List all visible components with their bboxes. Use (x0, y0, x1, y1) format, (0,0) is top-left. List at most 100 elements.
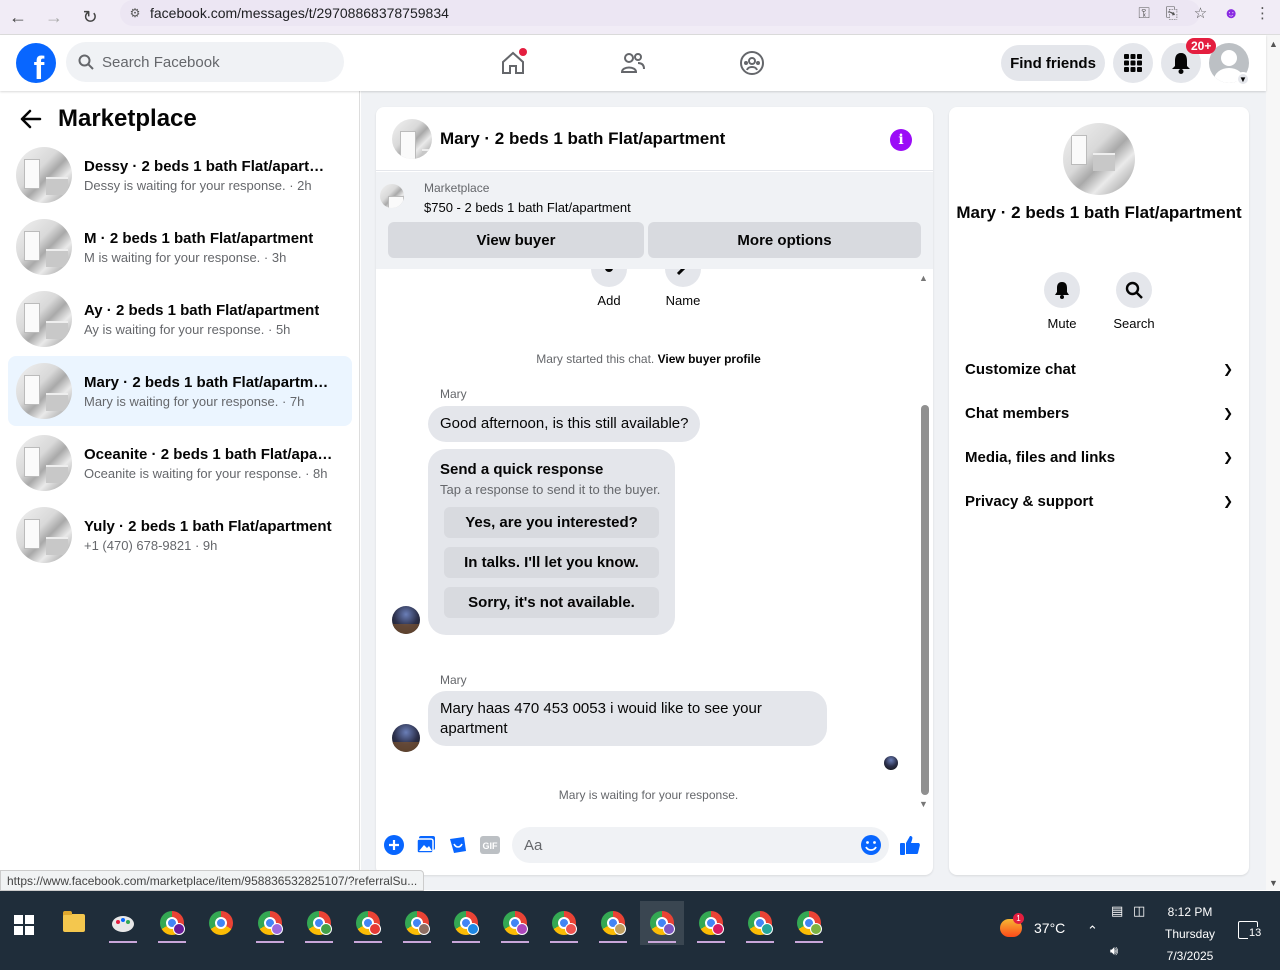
weather-icon: 1 (1000, 913, 1024, 937)
quick-response-option[interactable]: In talks. I'll let you know. (444, 547, 659, 578)
chrome-profile-icon[interactable] (297, 901, 341, 945)
volume-icon[interactable]: 🔊︎ (1110, 943, 1118, 959)
search-label: Search (1113, 316, 1155, 331)
gif-icon[interactable]: GIF (478, 833, 502, 857)
chrome-profile-icon[interactable] (738, 901, 782, 945)
tray-device-icon[interactable]: ▤ (1111, 903, 1123, 919)
install-icon[interactable]: ⎘ (1166, 5, 1178, 22)
chat-info-panel: Mary · 2 beds 1 bath Flat/apartment Mute… (949, 107, 1249, 875)
scrollbar-thumb[interactable] (921, 405, 929, 795)
chevron-up-icon[interactable]: ⌃ (1087, 923, 1098, 939)
scroll-up-arrow-icon[interactable]: ▲ (1269, 39, 1278, 49)
customize-chat-section[interactable]: Customize chat ❯ (965, 347, 1233, 391)
facebook-logo[interactable]: f (16, 43, 56, 83)
message-input[interactable]: Aa (512, 827, 889, 863)
plus-circle-icon[interactable] (382, 833, 406, 857)
media-files-links-section[interactable]: Media, files and links ❯ (965, 435, 1233, 479)
mute-action[interactable]: Mute (1032, 272, 1092, 331)
view-buyer-button[interactable]: View buyer (388, 222, 644, 258)
sticker-icon[interactable] (446, 833, 470, 857)
chrome-profile-icon[interactable] (248, 901, 292, 945)
info-icon[interactable]: i (890, 129, 912, 151)
search-in-chat-action[interactable]: Search (1104, 272, 1164, 331)
friends-icon[interactable] (618, 48, 648, 78)
url-text[interactable]: facebook.com/messages/t/2970886837875983… (150, 5, 449, 21)
back-arrow-icon[interactable] (20, 109, 42, 129)
forward-arrow-icon[interactable]: → (36, 0, 72, 35)
home-icon[interactable] (498, 48, 528, 78)
weather-widget[interactable]: 1 37°C (1000, 913, 1065, 937)
star-icon[interactable]: ☆ (1194, 4, 1207, 22)
chrome-profile-icon[interactable] (346, 901, 390, 945)
weather-badge: 1 (1013, 913, 1024, 924)
file-explorer-icon[interactable] (52, 901, 96, 945)
quick-response-title: Send a quick response (440, 461, 604, 478)
groups-icon[interactable] (737, 48, 767, 78)
sender-avatar[interactable] (392, 724, 420, 752)
emoji-icon[interactable] (859, 833, 883, 857)
chrome-profile-icon[interactable] (493, 901, 537, 945)
system-clock[interactable]: 8:12 PM Thursday 7/3/2025 (1160, 901, 1220, 967)
chrome-profile-icon[interactable] (444, 901, 488, 945)
chat-info-thumbnail[interactable] (1063, 123, 1135, 195)
chat-scrollbar[interactable]: ▲ ▼ (917, 269, 933, 809)
chrome-icon[interactable] (199, 901, 243, 945)
paint-app-icon[interactable] (101, 901, 145, 945)
more-options-button[interactable]: More options (648, 222, 921, 258)
action-center-count: 13 (1248, 927, 1263, 939)
quick-response-option[interactable]: Sorry, it's not available. (444, 587, 659, 618)
thumbs-up-icon[interactable] (898, 833, 922, 857)
conversation-title: Dessy · 2 beds 1 bath Flat/apartment (84, 157, 334, 175)
message-bubble[interactable]: Mary haas 470 453 0053 i wouid like to s… (428, 691, 827, 746)
privacy-support-section[interactable]: Privacy & support ❯ (965, 479, 1233, 523)
chat-members-section[interactable]: Chat members ❯ (965, 391, 1233, 435)
listing-price-title[interactable]: $750 - 2 beds 1 bath Flat/apartment (424, 200, 631, 215)
facebook-header: f Search Facebook Find friends (0, 35, 1266, 91)
menu-dots-icon[interactable]: ⋮ (1255, 4, 1270, 22)
sender-avatar[interactable] (392, 606, 420, 634)
search-icon (1116, 272, 1152, 308)
chrome-profile-icon[interactable] (150, 901, 194, 945)
site-info-icon[interactable]: ⚙ (120, 6, 150, 20)
chat-listing-thumbnail[interactable] (392, 118, 432, 159)
scroll-down-arrow-icon[interactable]: ▼ (919, 799, 928, 809)
key-icon[interactable]: ⚿ (1138, 5, 1149, 22)
conversation-item[interactable]: Ay · 2 beds 1 bath Flat/apartment Ay is w… (8, 284, 352, 354)
conversation-item[interactable]: M · 2 beds 1 bath Flat/apartment M is wai… (8, 212, 352, 282)
chevron-down-icon[interactable]: ▼ (1236, 72, 1250, 86)
photo-icon[interactable] (414, 833, 438, 857)
chrome-profile-icon[interactable] (395, 901, 439, 945)
address-bar[interactable]: ⚙ facebook.com/messages/t/29708868378759… (120, 0, 1200, 26)
section-label: Media, files and links (965, 448, 1116, 466)
search-facebook-field[interactable]: Search Facebook (66, 42, 344, 82)
chrome-profile-icon[interactable] (542, 901, 586, 945)
find-friends-button[interactable]: Find friends (1001, 45, 1105, 81)
scroll-up-arrow-icon[interactable]: ▲ (919, 273, 928, 283)
conversation-title: M · 2 beds 1 bath Flat/apartment (84, 229, 314, 247)
chrome-profile-icon[interactable] (689, 901, 733, 945)
page-scrollbar[interactable]: ▲ ▼ (1266, 35, 1280, 890)
chat-title[interactable]: Mary · 2 beds 1 bath Flat/apartment (440, 129, 725, 149)
quick-response-option[interactable]: Yes, are you interested? (444, 507, 659, 538)
profile-icon[interactable]: ☻ (1223, 5, 1239, 22)
scroll-down-arrow-icon[interactable]: ▼ (1269, 878, 1278, 888)
view-buyer-profile-link[interactable]: View buyer profile (658, 352, 761, 366)
network-icon[interactable]: ◫ (1133, 903, 1145, 919)
chrome-profile-icon[interactable] (787, 901, 831, 945)
reload-icon[interactable]: ↻ (72, 0, 108, 35)
seen-indicator-avatar (884, 756, 898, 770)
conversation-item[interactable]: Oceanite · 2 beds 1 bath Flat/apart... Oc… (8, 428, 352, 498)
conversation-item[interactable]: Dessy · 2 beds 1 bath Flat/apartment Dess… (8, 140, 352, 210)
windows-start-icon[interactable] (14, 915, 34, 935)
chrome-profile-icon-active[interactable] (640, 901, 684, 945)
search-placeholder: Search Facebook (102, 53, 220, 71)
name-action[interactable]: Name (665, 269, 701, 308)
conversation-item-active[interactable]: Mary · 2 beds 1 bath Flat/apartment Mary … (8, 356, 352, 426)
add-action[interactable]: Add (591, 269, 627, 308)
back-arrow-icon[interactable]: ← (0, 0, 36, 35)
chrome-profile-icon[interactable] (591, 901, 635, 945)
menu-grid-icon[interactable] (1113, 43, 1153, 83)
conversation-item[interactable]: Yuly · 2 beds 1 bath Flat/apartment +1 (4… (8, 500, 352, 570)
conversation-subtitle: Oceanite is waiting for your response. ·… (84, 465, 328, 481)
message-bubble[interactable]: Good afternoon, is this still available? (428, 406, 701, 442)
